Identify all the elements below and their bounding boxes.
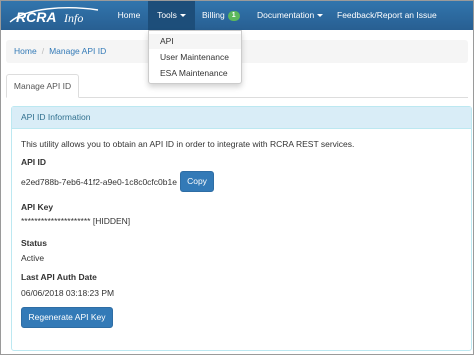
- breadcrumb-separator: /: [41, 46, 45, 56]
- nav-home-label: Home: [117, 10, 141, 20]
- nav-billing-label: Billing: [202, 10, 225, 20]
- breadcrumb-home-link[interactable]: Home: [14, 46, 37, 56]
- nav-tools[interactable]: Tools: [148, 1, 195, 30]
- regenerate-api-key-button[interactable]: Regenerate API Key: [21, 307, 113, 328]
- billing-count-badge: 1: [227, 10, 240, 21]
- nav-documentation[interactable]: Documentation: [257, 1, 324, 30]
- tab-manage-api-id[interactable]: Manage API ID: [6, 74, 79, 98]
- chevron-down-icon: [179, 14, 186, 18]
- menu-item-esa-maintenance[interactable]: ESA Maintenance: [149, 66, 241, 81]
- menu-item-user-maintenance[interactable]: User Maintenance: [149, 50, 241, 65]
- last-auth-value: 06/06/2018 03:18:23 PM: [21, 288, 115, 298]
- nav-feedback[interactable]: Feedback/Report an Issue: [337, 1, 437, 30]
- api-key-value: ********************* [HIDDEN]: [21, 216, 131, 226]
- breadcrumb-current[interactable]: Manage API ID: [49, 46, 106, 56]
- tools-dropdown-menu: API User Maintenance ESA Maintenance: [148, 30, 242, 84]
- menu-item-api[interactable]: API: [149, 34, 241, 49]
- panel-description: This utility allows you to obtain an API…: [21, 139, 355, 149]
- status-label: Status: [21, 238, 47, 248]
- nav-documentation-label: Documentation: [257, 10, 315, 20]
- chevron-down-icon: [317, 14, 324, 18]
- nav-feedback-label: Feedback/Report an Issue: [337, 10, 437, 20]
- nav-billing[interactable]: Billing 1: [202, 1, 248, 30]
- nav-tools-label: Tools: [157, 10, 177, 20]
- copy-button[interactable]: Copy: [180, 171, 214, 192]
- api-id-label: API ID: [21, 157, 47, 167]
- status-value: Active: [21, 253, 45, 263]
- logo-text: RCRA: [16, 9, 56, 25]
- panel-heading: API ID Information: [12, 107, 471, 129]
- api-key-label: API Key: [21, 202, 54, 212]
- logo-script: Info: [63, 11, 83, 25]
- nav-home[interactable]: Home: [111, 1, 147, 30]
- api-id-value: e2ed788b-7eb6-41f2-a9e0-1c8c0cfc0b1e: [21, 177, 177, 187]
- rcra-info-logo[interactable]: RCRA Info: [6, 4, 104, 27]
- navbar: RCRA Info Home Tools Billing 1 Documentat…: [1, 1, 473, 30]
- last-auth-label: Last API Auth Date: [21, 272, 97, 282]
